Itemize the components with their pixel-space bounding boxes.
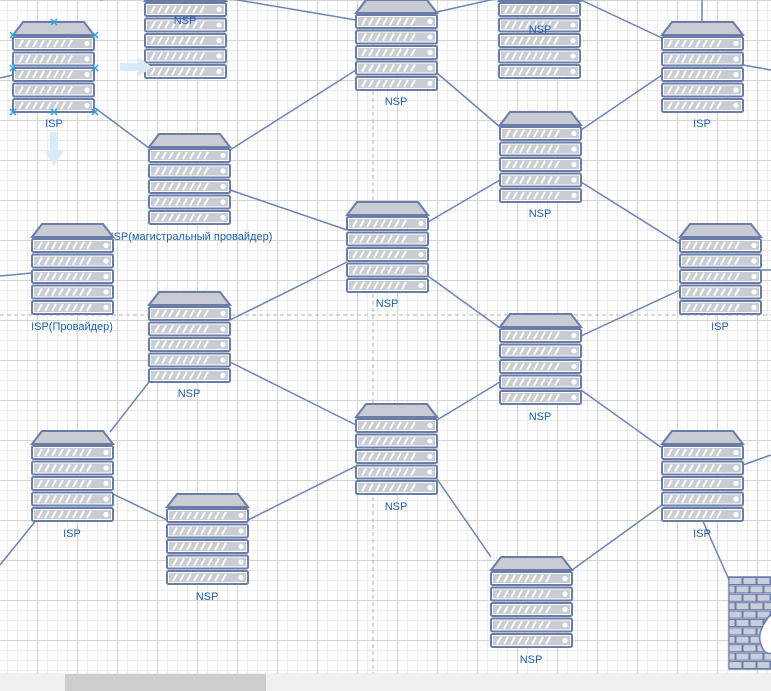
node-nsp-center[interactable]: NSP bbox=[344, 201, 431, 310]
network-diagram: ISP NSP NSP NSP ISP NSP(магистральный провайд… bbox=[0, 0, 771, 673]
node-nsp-backbone[interactable]: NSP(магистральный провайдер) bbox=[106, 133, 273, 243]
node-label: ISP bbox=[693, 118, 711, 130]
node-nsp-bottom[interactable]: NSP bbox=[488, 556, 575, 666]
node-label: NSP bbox=[385, 96, 408, 108]
node-label: NSP bbox=[529, 208, 552, 220]
server-icon bbox=[496, 0, 583, 79]
connection-line[interactable] bbox=[436, 478, 492, 558]
node-isp-right-mid[interactable]: ISP bbox=[677, 223, 764, 333]
node-nsp-top-center[interactable]: NSP bbox=[353, 0, 440, 108]
server-icon bbox=[659, 430, 746, 522]
server-icon bbox=[497, 111, 584, 203]
connection-line[interactable] bbox=[427, 275, 501, 329]
server-icon bbox=[659, 21, 746, 113]
node-isp-provider[interactable]: ISP(Провайдер) bbox=[29, 223, 116, 333]
node-isp-top-right[interactable]: ISP bbox=[659, 21, 746, 130]
node-label: NSP bbox=[520, 654, 543, 666]
node-nsp-top-b[interactable]: NSP bbox=[496, 0, 583, 79]
node-isp-right-low[interactable]: ISP bbox=[659, 430, 746, 540]
server-icon bbox=[488, 556, 575, 648]
server-icon bbox=[677, 223, 764, 315]
horizontal-scrollbar[interactable] bbox=[0, 673, 771, 691]
server-icon bbox=[29, 223, 116, 315]
node-label: NSP bbox=[385, 501, 408, 513]
node-nsp-right-upper[interactable]: NSP bbox=[497, 111, 584, 220]
node-label: NSP bbox=[376, 298, 399, 310]
node-label: NSP bbox=[178, 388, 201, 400]
connection-line[interactable] bbox=[436, 72, 501, 128]
server-icon bbox=[146, 291, 233, 383]
server-icon bbox=[344, 201, 431, 293]
connection-line[interactable] bbox=[742, 454, 771, 466]
node-label: NSP bbox=[174, 15, 197, 27]
connection-line[interactable] bbox=[0, 272, 33, 277]
node-isp-top-left[interactable]: ISP bbox=[10, 21, 97, 130]
connection-line[interactable] bbox=[229, 261, 348, 321]
connection-line[interactable] bbox=[0, 74, 14, 79]
connection-line[interactable] bbox=[229, 189, 348, 231]
node-label: ISP(Провайдер) bbox=[31, 321, 113, 333]
server-icon bbox=[142, 0, 229, 79]
connection-line[interactable] bbox=[580, 289, 681, 337]
node-nsp-low-left[interactable]: NSP bbox=[164, 493, 251, 603]
connection-line[interactable] bbox=[580, 181, 681, 245]
node-label: NSP bbox=[529, 411, 552, 423]
server-icon bbox=[10, 21, 97, 113]
connection-line[interactable] bbox=[571, 504, 663, 571]
connection-line[interactable] bbox=[94, 107, 150, 149]
connection-line[interactable] bbox=[427, 179, 501, 223]
node-label: NSP bbox=[529, 24, 552, 36]
node-nsp-center-low[interactable]: NSP bbox=[353, 403, 440, 513]
connection-line[interactable] bbox=[436, 0, 499, 13]
node-isp-left-low[interactable]: ISP bbox=[29, 430, 116, 540]
connection-line[interactable] bbox=[247, 465, 357, 521]
node-label: ISP bbox=[45, 118, 63, 130]
firewall-icon[interactable] bbox=[728, 576, 771, 670]
server-icon bbox=[146, 133, 233, 225]
connection-line[interactable] bbox=[580, 74, 663, 131]
node-label: ISP bbox=[711, 321, 729, 333]
connection-line[interactable] bbox=[226, 0, 357, 21]
diagram-canvas[interactable]: ISP NSP NSP NSP ISP NSP(магистральный провайд… bbox=[0, 0, 771, 691]
node-label: NSP bbox=[196, 591, 219, 603]
connection-line[interactable] bbox=[580, 0, 663, 39]
connection-line[interactable] bbox=[112, 493, 168, 521]
server-icon bbox=[497, 313, 584, 405]
connection-line[interactable] bbox=[229, 69, 357, 151]
node-label: ISP bbox=[63, 528, 81, 540]
move-down-arrow-icon[interactable] bbox=[44, 132, 64, 166]
node-nsp-top-a[interactable]: NSP bbox=[142, 0, 229, 79]
node-nsp-left-mid[interactable]: NSP bbox=[146, 291, 233, 400]
connection-line[interactable] bbox=[436, 381, 501, 421]
connection-line[interactable] bbox=[229, 361, 357, 426]
server-icon bbox=[353, 0, 440, 91]
connection-line[interactable] bbox=[580, 389, 663, 449]
node-label: ISP bbox=[693, 528, 711, 540]
server-icon bbox=[353, 403, 440, 495]
connection-line[interactable] bbox=[0, 517, 39, 566]
server-icon bbox=[164, 493, 251, 585]
scroll-thumb[interactable] bbox=[65, 674, 266, 691]
connection-line[interactable] bbox=[742, 64, 771, 71]
node-nsp-right-mid[interactable]: NSP bbox=[497, 313, 584, 423]
node-label: NSP(магистральный провайдер) bbox=[106, 231, 273, 243]
server-icon bbox=[29, 430, 116, 522]
connection-line[interactable] bbox=[109, 381, 150, 433]
